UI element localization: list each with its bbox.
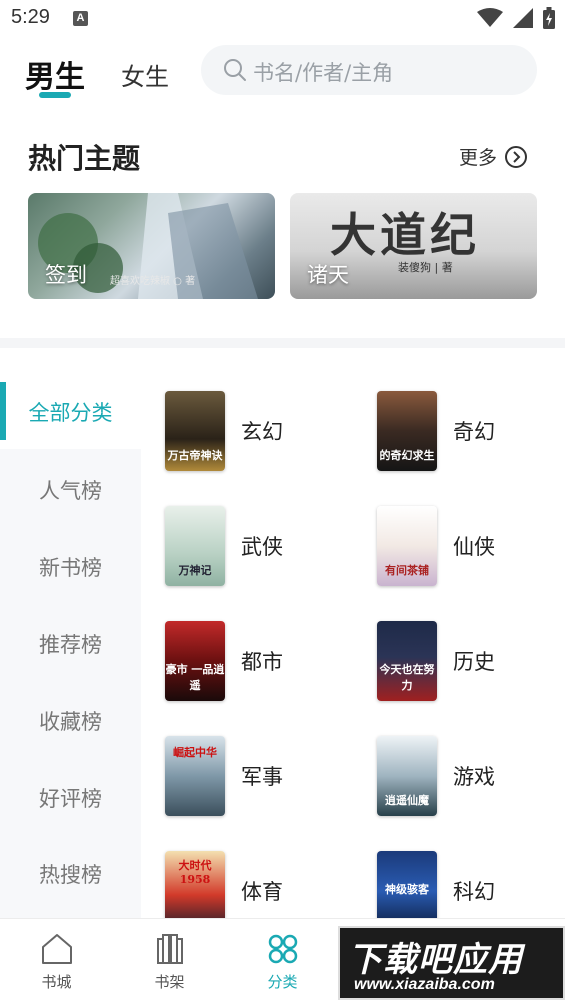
- bookshelf-icon: [156, 934, 183, 964]
- book-cover: 的奇幻求生: [377, 391, 437, 471]
- tab-active-indicator: [39, 92, 71, 98]
- banner-calligraphy: 大道纪: [330, 208, 480, 262]
- notification-icon: A: [73, 11, 88, 26]
- status-bar: 5:29 A: [0, 0, 565, 38]
- more-button[interactable]: 更多: [459, 143, 528, 170]
- side-item-popular[interactable]: 人气榜: [0, 475, 141, 505]
- nav-label: 书架: [154, 973, 185, 991]
- category-label: 军事: [241, 765, 283, 789]
- category-label: 玄幻: [241, 420, 283, 444]
- category-label: 历史: [453, 650, 495, 674]
- tab-female[interactable]: 女生: [121, 57, 169, 92]
- side-item-hot-search[interactable]: 热搜榜: [0, 859, 141, 889]
- side-item-rating[interactable]: 好评榜: [0, 783, 141, 813]
- category-wuxia[interactable]: 万神记 武侠: [165, 506, 283, 586]
- book-cover: 逍遥仙魔: [377, 736, 437, 816]
- theme-banner-signin[interactable]: 签到 超喜欢吃辣椒 ○ 著: [28, 193, 275, 299]
- side-item-favorites[interactable]: 收藏榜: [0, 706, 141, 736]
- watermark-logo: 下载吧应用 www.xiazaiba.com: [338, 926, 565, 1000]
- category-label: 体育: [241, 880, 283, 904]
- category-label: 都市: [241, 650, 283, 674]
- tab-male[interactable]: 男生: [25, 52, 85, 96]
- battery-icon: [543, 7, 555, 29]
- category-label: 奇幻: [453, 420, 495, 444]
- category-icon: [268, 934, 297, 964]
- theme-banner-zhutian[interactable]: 大道纪 装傻狗 | 著 诸天: [290, 193, 537, 299]
- status-time: 5:29: [11, 6, 50, 28]
- banner-label: 诸天: [307, 263, 349, 287]
- book-cover: 有间茶铺: [377, 506, 437, 586]
- nav-label: 分类: [267, 973, 298, 991]
- nav-label: 书城: [41, 973, 72, 991]
- category-xuanhuan[interactable]: 万古帝神诀 玄幻: [165, 391, 283, 471]
- banner-label: 签到: [45, 263, 87, 287]
- search-placeholder: 书名/作者/主角: [253, 61, 394, 85]
- wifi-icon: [477, 8, 503, 27]
- signal-icon: [513, 8, 533, 28]
- book-cover: 豪市 一品逍遥: [165, 621, 225, 701]
- search-input[interactable]: 书名/作者/主角: [201, 45, 537, 95]
- banner-author: 装傻狗 | 著: [398, 261, 453, 274]
- side-item-recommend[interactable]: 推荐榜: [0, 629, 141, 659]
- hot-themes-title: 热门主题: [28, 142, 141, 175]
- side-item-new[interactable]: 新书榜: [0, 552, 141, 582]
- category-xianxia[interactable]: 有间茶铺 仙侠: [377, 506, 495, 586]
- book-cover: 万神记: [165, 506, 225, 586]
- category-lishi[interactable]: 今天也在努力 历史: [377, 621, 495, 701]
- book-cover: 崛起中华: [165, 736, 225, 816]
- category-youxi[interactable]: 逍遥仙魔 游戏: [377, 736, 495, 816]
- category-label: 游戏: [453, 765, 495, 789]
- section-divider: [0, 338, 565, 348]
- nav-bookstore[interactable]: 书城: [0, 919, 113, 1004]
- home-icon: [41, 934, 72, 964]
- side-item-all[interactable]: 全部分类: [0, 397, 141, 427]
- book-cover: 万古帝神诀: [165, 391, 225, 471]
- category-qihuan[interactable]: 的奇幻求生 奇幻: [377, 391, 495, 471]
- category-label: 武侠: [241, 535, 283, 559]
- nav-category[interactable]: 分类: [226, 919, 339, 1004]
- search-icon: [224, 59, 246, 81]
- chevron-right-icon: [505, 145, 528, 168]
- book-cover: 今天也在努力: [377, 621, 437, 701]
- watermark-url: www.xiazaiba.com: [354, 976, 495, 993]
- watermark-text: 下载吧应用: [348, 940, 523, 980]
- nav-bookshelf[interactable]: 书架: [113, 919, 226, 1004]
- category-dushi[interactable]: 豪市 一品逍遥 都市: [165, 621, 283, 701]
- category-junshi[interactable]: 崛起中华 军事: [165, 736, 283, 816]
- banner-fine-print: 超喜欢吃辣椒 ○ 著: [110, 276, 196, 287]
- top-header: 男生 女生 书名/作者/主角: [0, 38, 565, 108]
- status-icons: [477, 7, 555, 29]
- side-nav: 全部分类 人气榜 新书榜 推荐榜 收藏榜 好评榜 热搜榜: [0, 374, 141, 920]
- more-label: 更多: [459, 147, 498, 169]
- category-label: 仙侠: [453, 535, 495, 559]
- category-label: 科幻: [453, 880, 495, 904]
